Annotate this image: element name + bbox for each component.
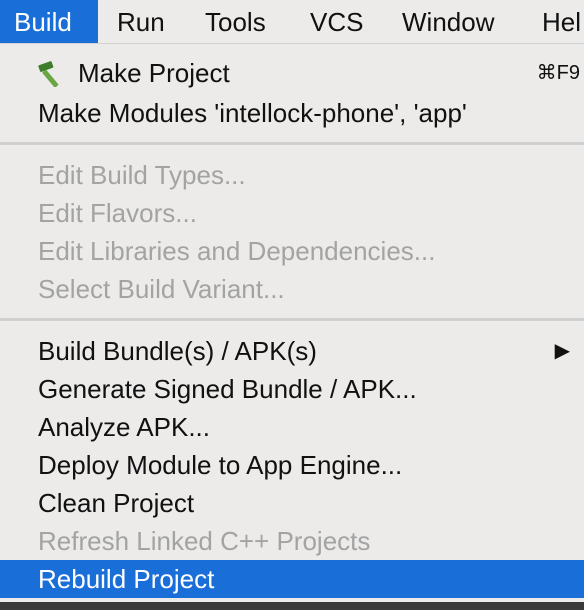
build-bundles-label: Build Bundle(s) / APK(s) <box>38 336 317 366</box>
menu-item-clean-project[interactable]: Clean Project <box>0 484 584 522</box>
menu-item-make-project[interactable]: Make Project ⌘F9 <box>0 54 584 92</box>
menu-separator <box>0 142 584 145</box>
hammer-icon <box>38 61 59 87</box>
editor-background-strip <box>0 602 584 610</box>
edit-libraries-label: Edit Libraries and Dependencies... <box>38 236 436 266</box>
make-modules-label: Make Modules 'intellock-phone', 'app' <box>38 98 467 128</box>
menu-run[interactable]: Run <box>117 0 165 43</box>
select-build-variant-label: Select Build Variant... <box>38 274 285 304</box>
make-project-shortcut: ⌘F9 <box>536 62 580 84</box>
menu-item-make-modules[interactable]: Make Modules 'intellock-phone', 'app' <box>0 94 584 132</box>
rebuild-project-label: Rebuild Project <box>38 564 215 594</box>
edit-build-types-label: Edit Build Types... <box>38 160 246 190</box>
build-menu-dropdown: Make Project ⌘F9 Make Modules 'intellock… <box>0 44 584 610</box>
menu-item-edit-build-types: Edit Build Types... <box>0 156 584 194</box>
clean-project-label: Clean Project <box>38 488 195 518</box>
menu-vcs[interactable]: VCS <box>310 0 363 43</box>
menu-item-deploy-module[interactable]: Deploy Module to App Engine... <box>0 446 584 484</box>
generate-signed-label: Generate Signed Bundle / APK... <box>38 374 417 404</box>
menu-separator <box>0 318 584 321</box>
triangle-right-icon: ▶ <box>554 340 570 362</box>
menu-build[interactable]: Build <box>0 0 98 43</box>
edit-flavors-label: Edit Flavors... <box>38 198 197 228</box>
menu-tools[interactable]: Tools <box>205 0 266 43</box>
menu-item-select-build-variant: Select Build Variant... <box>0 270 584 308</box>
menu-item-build-bundles[interactable]: Build Bundle(s) / APK(s) ▶ <box>0 332 584 370</box>
menu-item-rebuild-project[interactable]: Rebuild Project <box>0 560 584 598</box>
menu-item-analyze-apk[interactable]: Analyze APK... <box>0 408 584 446</box>
menu-help[interactable]: Hel <box>542 0 581 43</box>
menu-item-edit-libraries: Edit Libraries and Dependencies... <box>0 232 584 270</box>
make-project-label: Make Project <box>78 58 230 88</box>
deploy-module-label: Deploy Module to App Engine... <box>38 450 403 480</box>
menu-item-edit-flavors: Edit Flavors... <box>0 194 584 232</box>
menu-item-generate-signed[interactable]: Generate Signed Bundle / APK... <box>0 370 584 408</box>
menu-bar: Build Run Tools VCS Window Hel <box>0 0 584 44</box>
menu-window[interactable]: Window <box>402 0 494 43</box>
menu-item-refresh-linked: Refresh Linked C++ Projects <box>0 522 584 560</box>
refresh-linked-label: Refresh Linked C++ Projects <box>38 526 371 556</box>
analyze-apk-label: Analyze APK... <box>38 412 210 442</box>
